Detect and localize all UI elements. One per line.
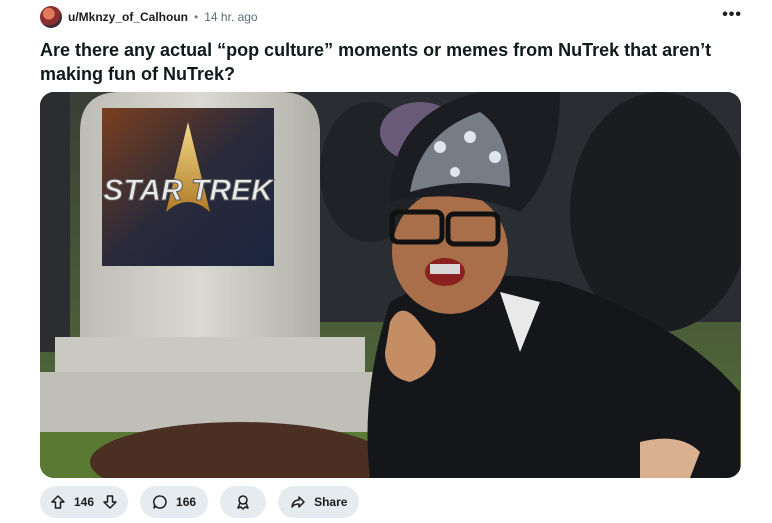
post-image[interactable]: STAR TREK (40, 92, 741, 478)
vote-control: 146 (40, 486, 129, 518)
meme-image-illustration: STAR TREK (40, 92, 741, 478)
overflow-menu-icon[interactable]: ••• (722, 6, 742, 24)
share-label: Share (314, 495, 348, 509)
post-card: u/Mknzy_of_Calhoun • 14 hr. ago ••• Are … (0, 0, 772, 523)
share-icon (291, 496, 305, 508)
meta-separator: • (194, 10, 199, 24)
avatar[interactable] (40, 6, 62, 28)
action-bar: 146 166 Share (40, 486, 360, 518)
award-button[interactable] (220, 486, 267, 518)
vote-count: 146 (74, 495, 95, 509)
post-meta: u/Mknzy_of_Calhoun • 14 hr. ago (40, 6, 258, 28)
post-title[interactable]: Are there any actual “pop culture” momen… (40, 38, 730, 86)
star-trek-logo-text: STAR TREK (103, 174, 275, 207)
post-timestamp: 14 hr. ago (204, 10, 258, 24)
comment-icon (153, 495, 167, 509)
comment-count: 166 (176, 495, 197, 509)
username-link[interactable]: u/Mknzy_of_Calhoun (68, 10, 188, 24)
upvote-icon[interactable] (50, 494, 66, 510)
comments-button[interactable]: 166 (140, 486, 209, 518)
downvote-icon[interactable] (102, 494, 118, 510)
award-icon (237, 495, 249, 510)
share-button[interactable]: Share (278, 486, 360, 518)
